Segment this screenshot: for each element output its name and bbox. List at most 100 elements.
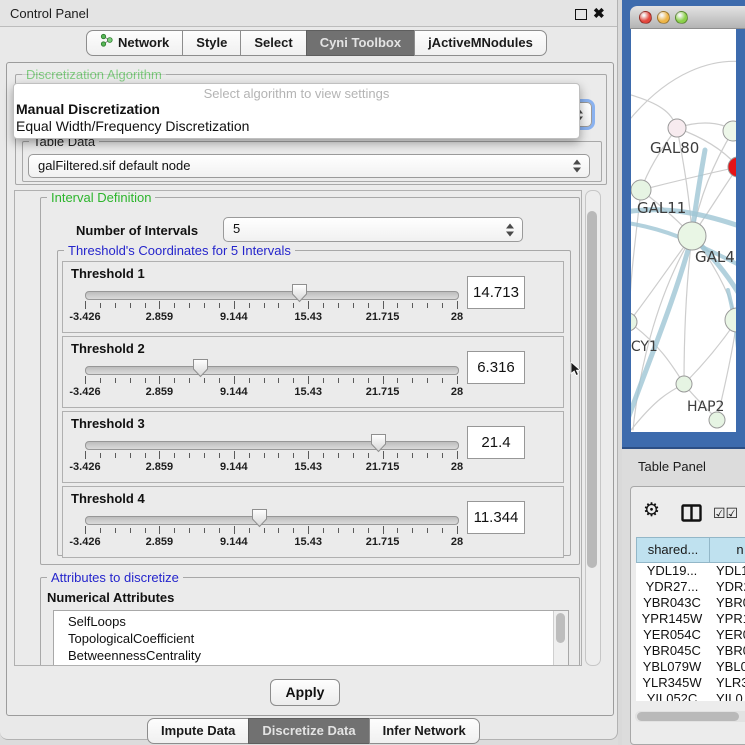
tick-mark <box>100 453 101 458</box>
table-row[interactable]: YBR043CYBR0 <box>636 595 745 611</box>
tick-mark <box>427 378 428 383</box>
settings-scrollbar[interactable] <box>585 190 601 666</box>
network-node[interactable] <box>631 313 637 331</box>
network-canvas[interactable]: GAL80GACGAL11GAL4GCY1HHAP2 <box>631 29 736 432</box>
tick-mark <box>293 378 294 383</box>
column-header-name[interactable]: n <box>709 537 745 563</box>
network-node[interactable] <box>678 222 706 250</box>
tick-mark <box>368 453 369 458</box>
table-row[interactable]: YDL19...YDL1 <box>636 563 745 579</box>
table-data-value: galFiltered.sif default node <box>38 158 190 173</box>
network-node[interactable] <box>668 119 686 137</box>
threshold-value-field[interactable]: 11.344 <box>467 501 525 534</box>
tab-jactivemnodules[interactable]: jActiveMNodules <box>414 30 547 56</box>
cell-name: YIL0 <box>708 691 743 701</box>
cell-shared-name: YLR345W <box>636 675 708 690</box>
tick-mark <box>264 453 265 458</box>
close-icon[interactable]: ✖ <box>593 5 605 22</box>
tab-infer-network[interactable]: Infer Network <box>369 718 480 744</box>
table-rows[interactable]: YDL19...YDL1YDR27...YDR2YBR043CYBR0YPR14… <box>636 563 745 701</box>
zoom-traffic-light[interactable] <box>675 11 688 24</box>
tab-style[interactable]: Style <box>182 30 241 56</box>
table-row[interactable]: YDR27...YDR2 <box>636 579 745 595</box>
table-data-combobox[interactable]: galFiltered.sif default node <box>28 154 590 178</box>
tick-label: 28 <box>451 461 463 473</box>
tab-discretize-data[interactable]: Discretize Data <box>248 718 369 744</box>
slider-knob[interactable] <box>192 358 209 378</box>
slider-knob[interactable] <box>291 283 308 303</box>
cell-name: YBL0 <box>708 659 745 674</box>
table-row[interactable]: YPR145WYPR1 <box>636 611 745 627</box>
slider-track[interactable] <box>85 291 459 300</box>
tick-mark <box>234 526 235 534</box>
popup-item-equal-width-frequency[interactable]: Equal Width/Frequency Discretization <box>14 118 579 135</box>
network-node[interactable] <box>725 308 736 332</box>
scrollbar-thumb[interactable] <box>556 613 565 643</box>
table-row[interactable]: YIL052CYIL0 <box>636 691 745 701</box>
cell-shared-name: YDR27... <box>636 579 708 594</box>
table-row[interactable]: YBL079WYBL0 <box>636 659 745 675</box>
tick-mark <box>85 376 86 384</box>
network-edge-thick[interactable] <box>631 236 692 430</box>
tick-mark <box>115 378 116 383</box>
slider-knob[interactable] <box>370 433 387 453</box>
tick-mark <box>412 528 413 533</box>
tick-mark <box>204 378 205 383</box>
slider-track[interactable] <box>85 366 459 375</box>
network-node[interactable] <box>631 180 651 200</box>
network-edge[interactable] <box>641 128 677 190</box>
slider-knob[interactable] <box>251 508 268 528</box>
popup-item-manual-discretization[interactable]: Manual Discretization <box>14 101 579 118</box>
screen: Control Panel ✖ Network Style Se <box>0 0 745 745</box>
numerical-attributes-list[interactable]: SelfLoopsTopologicalCoefficientBetweenne… <box>53 610 569 666</box>
network-edge[interactable] <box>631 236 692 322</box>
group-title: Threshold's Coordinates for 5 Intervals <box>64 243 295 258</box>
network-graph: GAL80GACGAL11GAL4GCY1HHAP2 <box>631 29 736 432</box>
number-of-intervals-label: Number of Intervals <box>76 223 198 238</box>
table-row[interactable]: YLR345WYLR3 <box>636 675 745 691</box>
tick-mark <box>145 528 146 533</box>
float-window-icon[interactable] <box>575 9 587 20</box>
tick-mark <box>442 528 443 533</box>
attributes-scrollbar[interactable] <box>553 611 568 666</box>
tab-select[interactable]: Select <box>240 30 306 56</box>
column-header-shared[interactable]: shared... <box>636 537 710 563</box>
tick-mark <box>427 303 428 308</box>
close-traffic-light[interactable] <box>639 11 652 24</box>
apply-button[interactable]: Apply <box>270 679 340 706</box>
table-row[interactable]: YBR045CYBR0 <box>636 643 745 659</box>
network-node[interactable] <box>728 157 736 177</box>
slider-track[interactable] <box>85 441 459 450</box>
scrollbar-thumb[interactable] <box>637 712 739 721</box>
tick-mark <box>234 376 235 384</box>
table-row[interactable]: YER054CYER0 <box>636 627 745 643</box>
tab-impute-data[interactable]: Impute Data <box>147 718 249 744</box>
gear-icon[interactable]: ⚙ <box>643 501 660 520</box>
network-node[interactable] <box>676 376 692 392</box>
tick-mark <box>353 378 354 383</box>
tick-mark <box>130 528 131 533</box>
attribute-list-item[interactable]: SelfLoops <box>54 613 568 630</box>
table-horizontal-scrollbar[interactable] <box>635 711 745 722</box>
network-edge[interactable] <box>631 61 736 118</box>
threshold-value-field[interactable]: 14.713 <box>467 276 525 309</box>
checkbox-icons[interactable]: ☑☑ <box>713 505 738 522</box>
slider-track[interactable] <box>85 516 459 525</box>
network-window-titlebar[interactable] <box>630 6 745 29</box>
network-node[interactable] <box>723 121 736 141</box>
cell-name: YBR0 <box>708 643 745 658</box>
scrollbar-thumb[interactable] <box>587 211 597 568</box>
attribute-list-item[interactable]: TopologicalCoefficient <box>54 630 568 647</box>
network-edge[interactable] <box>684 320 736 384</box>
threshold-value-field[interactable]: 21.4 <box>467 426 525 459</box>
tab-cyni-toolbox[interactable]: Cyni Toolbox <box>306 30 415 56</box>
number-of-intervals-combobox[interactable]: 5 <box>223 217 523 242</box>
tick-mark <box>323 453 324 458</box>
tab-network[interactable]: Network <box>86 30 183 56</box>
minimize-traffic-light[interactable] <box>657 11 670 24</box>
network-edge[interactable] <box>641 167 736 190</box>
threshold-value-field[interactable]: 6.316 <box>467 351 525 384</box>
tick-mark <box>189 528 190 533</box>
attribute-list-item[interactable]: BetweennessCentrality <box>54 647 568 664</box>
split-columns-icon[interactable] <box>681 504 702 527</box>
